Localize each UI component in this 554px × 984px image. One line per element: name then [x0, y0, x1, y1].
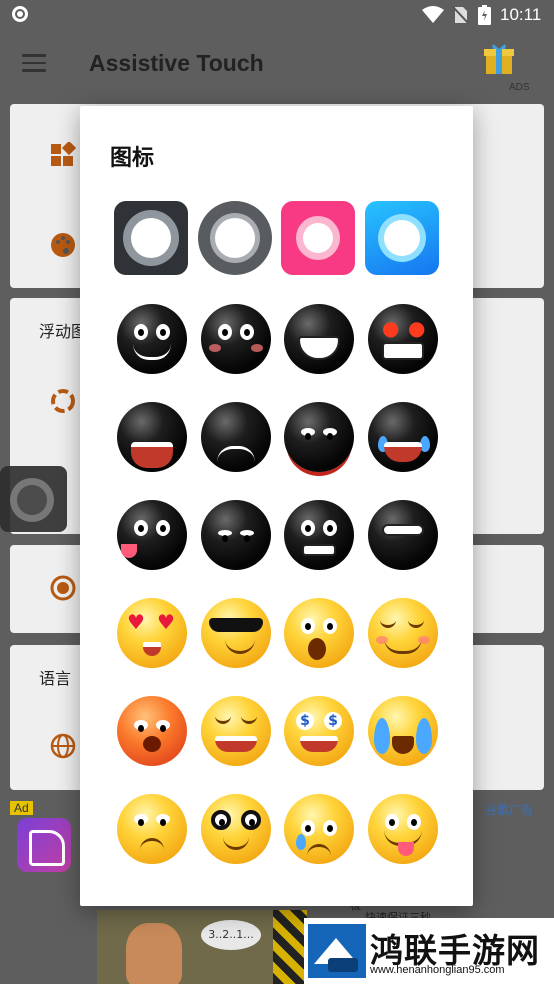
wifi-icon — [422, 6, 444, 23]
yellow-crying-loud-icon[interactable] — [365, 693, 441, 769]
banner-character — [126, 923, 182, 984]
ad-app-icon[interactable] — [17, 818, 71, 872]
yellow-nerd-glasses-icon[interactable] — [198, 791, 274, 867]
gift-icon[interactable] — [484, 40, 514, 74]
banner-bubble: 3..2..1... — [201, 920, 261, 950]
radio-button-icon[interactable] — [50, 575, 76, 601]
style-pink-square-icon[interactable] — [281, 201, 357, 277]
app-bar: Assistive Touch ADS — [0, 30, 554, 98]
yellow-content-smile-icon[interactable] — [365, 595, 441, 671]
yellow-eye-roll-icon[interactable] — [114, 791, 190, 867]
red-angry-shout-icon[interactable] — [114, 693, 190, 769]
black-worried-icon[interactable] — [198, 301, 274, 377]
notification-icon — [12, 6, 28, 22]
black-smirk-icon[interactable] — [198, 497, 274, 573]
black-devil-angry-icon[interactable] — [281, 399, 357, 475]
yellow-sad-tears-icon[interactable] — [281, 791, 357, 867]
black-crazy-smile-icon[interactable] — [114, 301, 190, 377]
language-section-label: 语言 — [39, 669, 72, 688]
black-crying-icon[interactable] — [365, 399, 441, 475]
black-angry-red-eyes-icon[interactable]: ● ● — [365, 301, 441, 377]
watermark-logo-icon — [308, 924, 366, 978]
ad-badge: Ad — [10, 801, 33, 815]
dialog-title: 图标 — [110, 146, 155, 171]
black-frown-icon[interactable] — [198, 399, 274, 475]
yellow-cool-sunglasses-icon[interactable] — [198, 595, 274, 671]
ad-banner[interactable]: 3..2..1... — [97, 910, 307, 984]
hamburger-menu-icon[interactable] — [22, 54, 46, 72]
widgets-icon[interactable] — [50, 142, 76, 168]
floating-assistive-button[interactable] — [0, 466, 67, 532]
style-dark-square-icon[interactable] — [114, 201, 190, 277]
loading-ring-icon[interactable] — [50, 388, 76, 414]
yellow-heart-eyes-icon[interactable]: ♥ ♥ — [114, 595, 190, 671]
black-grin-peace-icon[interactable] — [281, 301, 357, 377]
banner-stripe — [273, 910, 307, 984]
globe-icon[interactable] — [50, 733, 76, 759]
yellow-smug-icon[interactable] — [198, 693, 274, 769]
black-laughing-icon[interactable] — [365, 497, 441, 573]
black-screaming-icon[interactable] — [114, 399, 190, 475]
style-blue-square-icon[interactable] — [365, 201, 441, 277]
status-bar: 10:11 — [0, 0, 554, 30]
style-gray-circle-icon[interactable] — [198, 201, 274, 277]
icon-picker-dialog: 图标 ● ● ♥ ♥ $ $ — [80, 106, 473, 906]
yellow-dollar-eyes-icon[interactable]: $ $ — [281, 693, 357, 769]
site-watermark: 鸿联手游网 www.henanhonglian95.com — [304, 918, 554, 984]
google-ad-label: 谷歌广告 — [485, 803, 534, 817]
app-title: Assistive Touch — [89, 50, 264, 76]
no-sim-icon — [452, 6, 468, 24]
battery-icon — [478, 5, 491, 25]
watermark-url: www.henanhonglian95.com — [370, 964, 505, 976]
black-shocked-icon[interactable] — [281, 497, 357, 573]
palette-icon[interactable] — [50, 232, 76, 258]
ads-label[interactable]: ADS — [509, 82, 530, 93]
black-tongue-out-icon[interactable] — [114, 497, 190, 573]
yellow-surprised-icon[interactable] — [281, 595, 357, 671]
yellow-tongue-out-icon[interactable] — [365, 791, 441, 867]
status-time: 10:11 — [500, 5, 542, 24]
